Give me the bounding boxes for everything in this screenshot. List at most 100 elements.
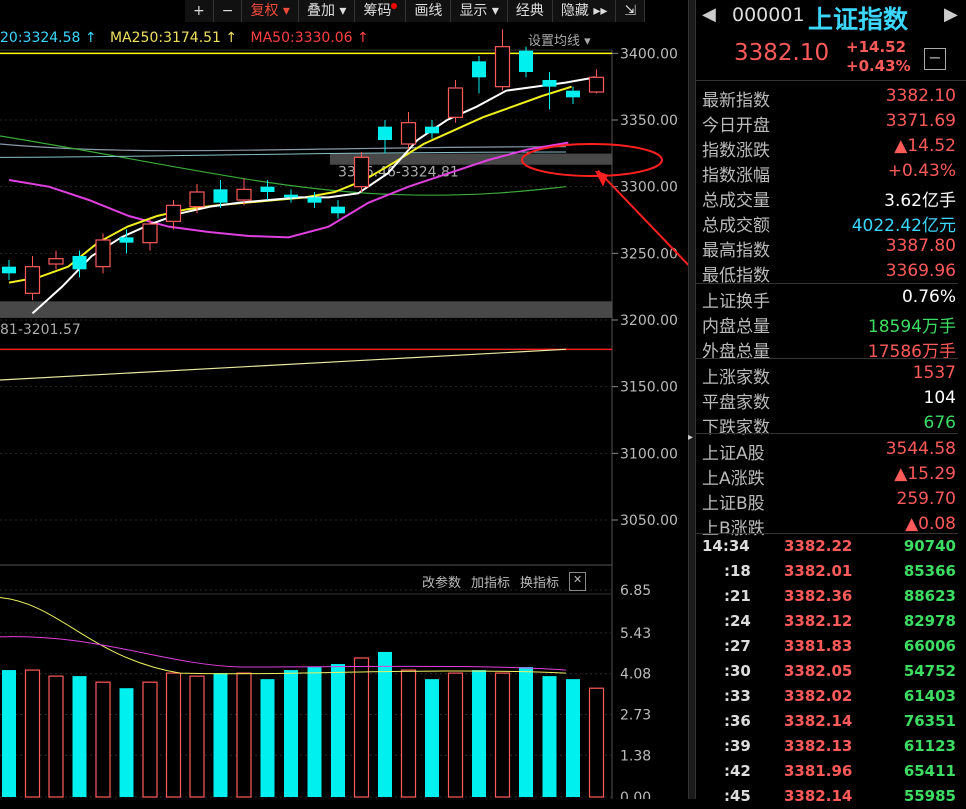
tick-volume: 76351: [903, 712, 956, 730]
candle-body: [566, 90, 580, 98]
stat-row: 最高指数 3387.80: [696, 234, 964, 261]
tick-volume: 55985: [903, 787, 956, 805]
price-tick-label: 3150.00: [620, 380, 678, 396]
stat-value: 3382.10: [885, 86, 956, 106]
collapse-arrow-icon[interactable]: ▸: [688, 432, 694, 443]
volume-bar: [425, 679, 439, 797]
stat-label: 上证换手: [702, 292, 770, 312]
minimize-icon[interactable]: −: [924, 48, 946, 70]
stat-value: ▲15.29: [894, 464, 956, 484]
tick-volume: 82978: [903, 612, 956, 630]
tick-price: 3382.14: [784, 787, 853, 805]
stat-value: 3369.96: [885, 261, 956, 281]
ma-settings-button[interactable]: 设置均线 ▾: [528, 30, 591, 49]
hide-button[interactable]: 隐藏 ▸▸: [552, 0, 617, 22]
candle-body: [213, 189, 228, 203]
candle-body: [48, 258, 64, 265]
volume-bar: [24, 669, 41, 798]
stat-divider: [696, 358, 958, 359]
stat-value: 3387.80: [885, 236, 956, 256]
adjust-rights-button[interactable]: 复权 ▾: [242, 0, 299, 22]
stat-label: 平盘家数: [702, 393, 770, 413]
stat-row: 平盘家数 104: [696, 386, 964, 413]
volume-ma-yellow: [0, 597, 567, 675]
tick-volume: 90740: [903, 537, 956, 555]
tick-time: :30: [724, 662, 751, 680]
candle-body: [119, 237, 134, 243]
tick-volume: 66006: [903, 637, 956, 655]
volume-bar: [542, 676, 557, 797]
display-button[interactable]: 显示 ▾: [451, 0, 508, 22]
tick-price: 3382.22: [784, 537, 853, 555]
ma-long-line: [0, 143, 567, 152]
zoom-in-button[interactable]: +: [185, 0, 214, 22]
tick-row: :24 3382.12 82978: [696, 609, 964, 634]
price-change: +14.52: [846, 38, 907, 56]
candle-body: [95, 239, 111, 268]
indicator-toolbar: 改参数 加指标 换指标 ✕: [422, 572, 587, 591]
candle-body: [284, 194, 298, 198]
candle-body: [260, 186, 275, 192]
candle-body: [165, 204, 182, 222]
add-indicator-button[interactable]: 加指标: [471, 572, 510, 591]
classic-button[interactable]: 经典: [507, 0, 553, 22]
tick-price: 3381.96: [784, 762, 853, 780]
zoom-out-button[interactable]: −: [213, 0, 243, 22]
candle-body: [331, 206, 345, 214]
stat-value: 104: [923, 388, 956, 408]
stat-row: 总成交额 4022.42亿元: [696, 209, 964, 236]
stat-row: 最新指数 3382.10: [696, 84, 964, 111]
stock-code: 000001: [732, 4, 805, 26]
next-stock-icon[interactable]: ▶: [944, 4, 958, 25]
volume-tick-label: 0.00: [620, 790, 651, 799]
gap-box-upper: [330, 153, 612, 165]
expand-icon[interactable]: ⇲: [616, 0, 646, 22]
change-params-button[interactable]: 改参数: [422, 572, 461, 591]
kline-chart-area[interactable]: 3400.00 3350.00 3300.00 3250.00 3200.00 3150.…: [0, 0, 690, 799]
price-tick-label: 3250.00: [620, 246, 678, 262]
candle-body: [353, 156, 370, 188]
stat-label: 今日开盘: [702, 116, 770, 136]
candle-body: [189, 191, 205, 208]
candle-body: [2, 266, 16, 274]
volume-tick-label: 2.73: [620, 708, 651, 724]
stat-row: 指数涨幅 +0.43%: [696, 159, 964, 186]
tick-time: 14:34: [702, 537, 750, 555]
ma20-label: 20:3324.58 ↑: [0, 30, 97, 46]
volume-tick-label: 4.08: [620, 667, 651, 683]
volume-bar: [284, 670, 298, 797]
switch-indicator-button[interactable]: 换指标: [520, 572, 559, 591]
stat-value: 3544.58: [885, 439, 956, 459]
stat-row: 内盘总量 18594万手: [696, 310, 964, 337]
chips-button[interactable]: 筹码: [355, 0, 407, 22]
stat-row: 总成交量 3.62亿手: [696, 184, 964, 211]
stat-value: 3371.69: [885, 111, 956, 131]
panel-splitter[interactable]: [688, 0, 696, 799]
ma250-label: MA250:3174.51 ↑: [109, 30, 238, 46]
overlay-button[interactable]: 叠加 ▾: [298, 0, 356, 22]
stat-value: 3.62亿手: [884, 191, 956, 211]
volume-bar: [378, 651, 392, 797]
tick-volume: 61403: [903, 687, 956, 705]
stat-label: 内盘总量: [702, 317, 770, 337]
candle-body: [447, 87, 464, 118]
tick-price: 3382.01: [784, 562, 853, 580]
close-icon[interactable]: ✕: [569, 572, 587, 591]
stat-row: 外盘总量 17586万手: [696, 335, 964, 362]
volume-bar: [165, 672, 182, 798]
kline-svg[interactable]: 3400.00 3350.00 3300.00 3250.00 3200.00 3150.…: [0, 0, 690, 799]
prev-stock-icon[interactable]: ◀: [702, 4, 716, 25]
draw-line-button[interactable]: 画线: [406, 0, 452, 22]
candle-body: [378, 126, 392, 140]
tick-time: :24: [724, 612, 751, 630]
tick-price: 3382.14: [784, 712, 853, 730]
candle-body: [472, 61, 486, 78]
tick-time: :27: [724, 637, 751, 655]
ma250-line: [0, 348, 567, 381]
volume-tick-label: 1.38: [620, 748, 651, 764]
tick-row: 14:34 3382.22 90740: [696, 534, 964, 559]
price-tick-label: 3050.00: [620, 513, 678, 529]
price-tick-label: 3400.00: [620, 46, 678, 62]
candle-body: [494, 46, 511, 88]
tick-time: :33: [724, 687, 751, 705]
